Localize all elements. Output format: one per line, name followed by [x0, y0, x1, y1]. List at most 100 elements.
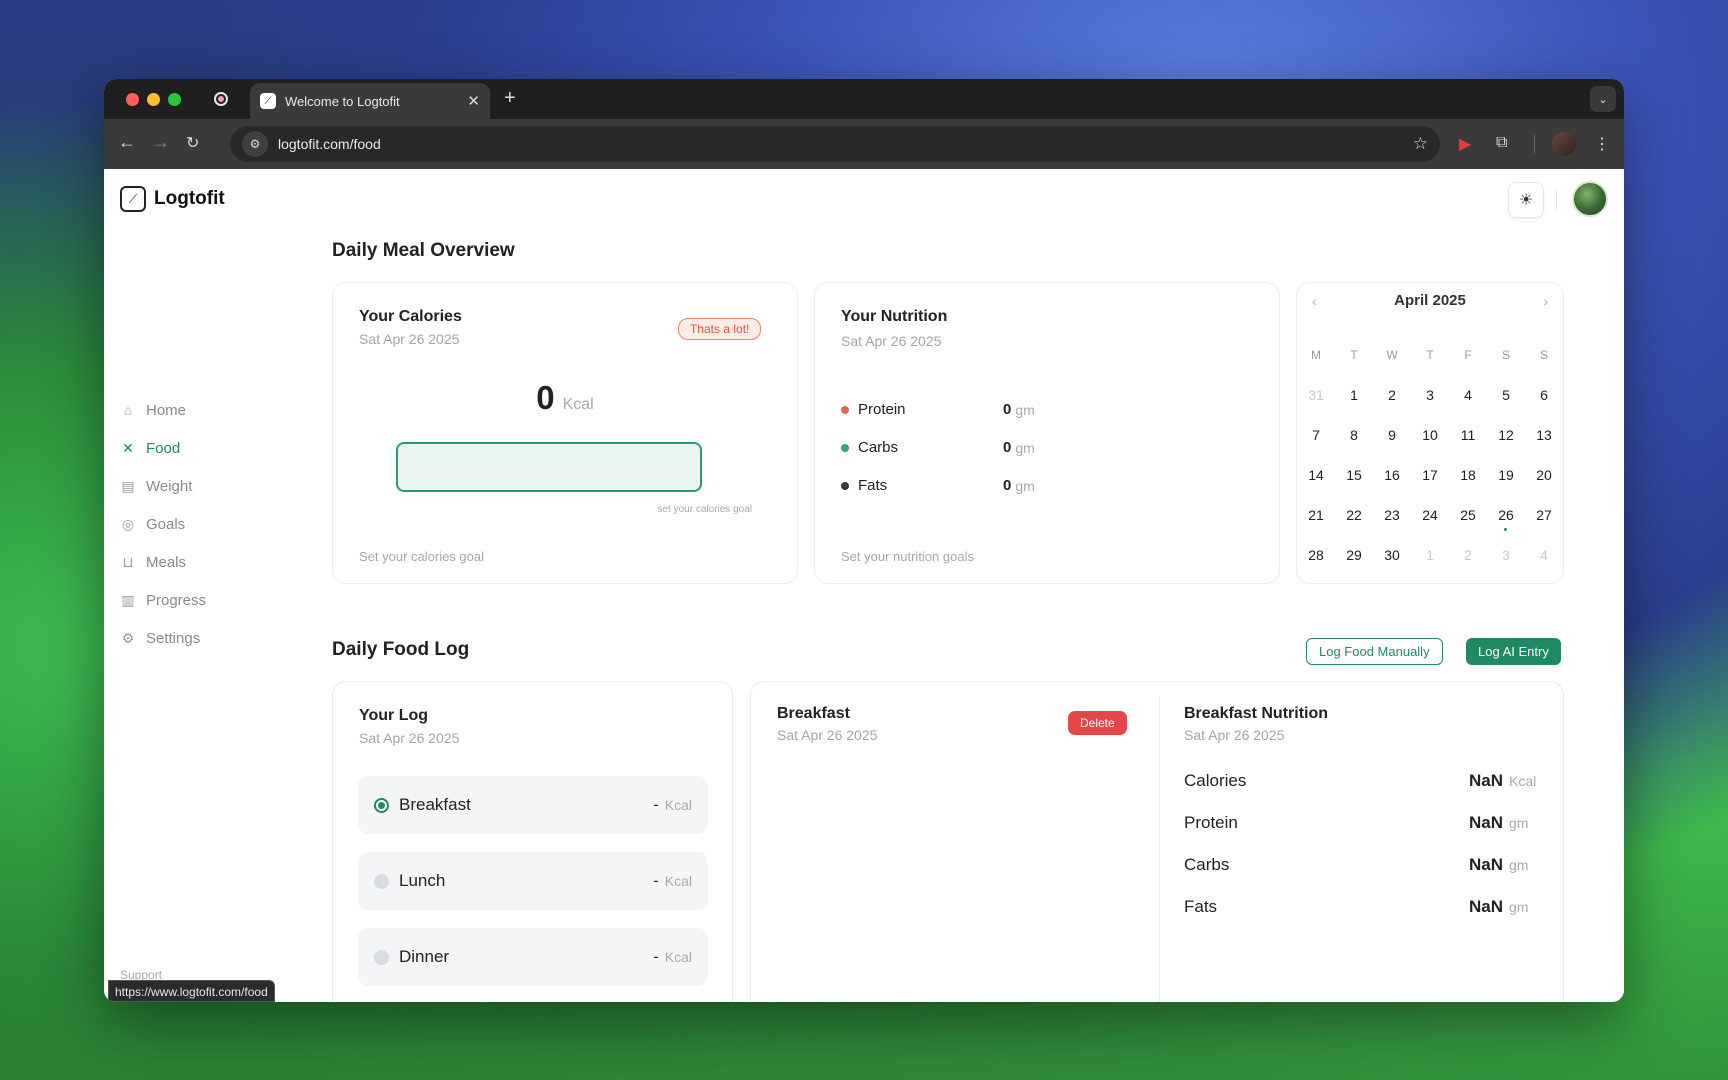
nutrition-row-fats: Fats 0 gm	[841, 477, 1061, 494]
calendar-day[interactable]: 14	[1297, 455, 1335, 495]
calendar-day[interactable]: 22	[1335, 495, 1373, 535]
calendar-day[interactable]: 19	[1487, 455, 1525, 495]
calendar-day[interactable]: 24	[1411, 495, 1449, 535]
calories-goal-link[interactable]: Set your calories goal	[359, 549, 484, 564]
calories-unit: Kcal	[562, 396, 594, 413]
calendar-day[interactable]: 3	[1487, 535, 1525, 575]
record-icon[interactable]	[214, 92, 228, 106]
browser-window: ⟋ Welcome to Logtofit ✕ + ⌄ ← → ↻ ⚙ logt…	[104, 79, 1624, 1002]
meal-nutrition-row-calories: Calories NaN Kcal	[1184, 771, 1539, 791]
meal-kcal: -	[653, 795, 659, 814]
reload-icon[interactable]: ↻	[186, 133, 199, 153]
nutrition-title: Your Nutrition	[841, 308, 948, 325]
calendar-day[interactable]: 9	[1373, 415, 1411, 455]
sidebar-item-settings[interactable]: ⚙ Settings	[120, 619, 300, 657]
minimize-window-button[interactable]	[147, 93, 160, 106]
forward-icon[interactable]: →	[152, 132, 170, 153]
profile-avatar[interactable]	[1552, 132, 1576, 156]
nutrition-card: Your Nutrition Sat Apr 26 2025 Protein 0…	[814, 282, 1280, 584]
sidebar-item-label: Weight	[146, 477, 193, 495]
maximize-window-button[interactable]	[168, 93, 181, 106]
nutrition-goal-link[interactable]: Set your nutrition goals	[841, 549, 974, 564]
meal-item-dinner[interactable]: Dinner - Kcal	[358, 928, 708, 986]
radio-icon	[374, 949, 389, 965]
calendar-weekday: S	[1539, 348, 1548, 362]
nutrient-unit: gm	[1509, 899, 1529, 915]
calendar-day[interactable]: 31	[1297, 375, 1335, 415]
nutrient-value: 0	[1003, 401, 1012, 418]
calendar-day[interactable]: 29	[1335, 535, 1373, 575]
calendar-day[interactable]: 12	[1487, 415, 1525, 455]
scale-icon: ▤	[121, 477, 135, 494]
browser-menu-icon[interactable]: ⋮	[1594, 134, 1610, 154]
calendar-day[interactable]: 1	[1335, 375, 1373, 415]
calendar-day[interactable]: 6	[1525, 375, 1563, 415]
calendar-day[interactable]: 2	[1449, 535, 1487, 575]
calendar-day[interactable]: 16	[1373, 455, 1411, 495]
protein-dot	[841, 405, 849, 414]
calendar-day[interactable]: 27	[1525, 495, 1563, 535]
extensions-puzzle-icon[interactable]: ⧉	[1496, 134, 1507, 152]
calendar-day[interactable]: 4	[1525, 535, 1563, 575]
sidebar-item-home[interactable]: ⌂ Home	[120, 391, 300, 429]
bookmark-star-icon[interactable]: ☆	[1413, 134, 1428, 154]
meal-item-breakfast[interactable]: Breakfast - Kcal	[358, 776, 708, 834]
nutrition-date: Sat Apr 26 2025	[841, 333, 942, 349]
calendar-day[interactable]: 11	[1449, 415, 1487, 455]
calendar-day[interactable]: 8	[1335, 415, 1373, 455]
calendar-day[interactable]: 7	[1297, 415, 1335, 455]
new-tab-icon[interactable]: +	[504, 87, 516, 110]
calendar-header: ‹ April 2025 ›	[1297, 292, 1563, 309]
nutrient-name: Protein	[1184, 813, 1238, 832]
nutrient-value: NaN	[1468, 897, 1503, 916]
nutrient-unit: gm	[1015, 439, 1035, 456]
calendar-day[interactable]: 13	[1525, 415, 1563, 455]
calendar-day[interactable]: 20	[1525, 455, 1563, 495]
sidebar-item-food[interactable]: ✕ Food	[120, 429, 300, 467]
app-logo[interactable]: ⟋ Logtofit	[120, 186, 225, 212]
theme-toggle-button[interactable]: ☀	[1508, 182, 1544, 218]
delete-meal-button[interactable]: Delete	[1068, 711, 1127, 735]
calendar-day[interactable]: 28	[1297, 535, 1335, 575]
calendar-day[interactable]: 23	[1373, 495, 1411, 535]
calendar-day[interactable]: 3	[1411, 375, 1449, 415]
nutrient-unit: gm	[1015, 401, 1035, 418]
calendar-day[interactable]: 2	[1373, 375, 1411, 415]
sidebar-item-progress[interactable]: ▥ Progress	[120, 581, 300, 619]
sidebar-item-goals[interactable]: ◎ Goals	[120, 505, 300, 543]
calendar-day[interactable]: 30	[1373, 535, 1411, 575]
bowl-icon: ⊔	[122, 553, 134, 570]
calendar-day-today[interactable]: 26	[1487, 495, 1525, 535]
overview-title: Daily Meal Overview	[332, 240, 515, 261]
meal-item-lunch[interactable]: Lunch - Kcal	[358, 852, 708, 910]
browser-tab[interactable]: ⟋ Welcome to Logtofit ✕	[250, 83, 490, 119]
address-bar[interactable]: ⚙ logtofit.com/food ☆	[230, 126, 1440, 162]
close-window-button[interactable]	[126, 93, 139, 106]
calendar-day[interactable]: 25	[1449, 495, 1487, 535]
home-icon: ⌂	[123, 402, 133, 418]
sidebar-item-meals[interactable]: ⊔ Meals	[120, 543, 300, 581]
nutrient-name: Carbs	[1184, 855, 1230, 874]
tab-search-icon[interactable]: ⌄	[1590, 86, 1616, 112]
calendar-day[interactable]: 1	[1411, 535, 1449, 575]
user-avatar[interactable]	[1572, 181, 1608, 217]
calendar-day[interactable]: 10	[1411, 415, 1449, 455]
back-icon[interactable]: ←	[118, 132, 136, 153]
calendar-day[interactable]: 21	[1297, 495, 1335, 535]
log-ai-entry-button[interactable]: Log AI Entry	[1466, 638, 1561, 665]
nutrition-row-carbs: Carbs 0 gm	[841, 439, 1061, 456]
site-settings-icon[interactable]: ⚙	[242, 131, 268, 157]
extension-cursor-icon[interactable]: ▶	[1459, 134, 1471, 154]
calendar-day[interactable]: 15	[1335, 455, 1373, 495]
calendar-day[interactable]: 17	[1411, 455, 1449, 495]
next-month-icon[interactable]: ›	[1543, 293, 1548, 309]
calories-goal-input[interactable]	[396, 442, 702, 492]
log-food-manually-button[interactable]: Log Food Manually	[1306, 638, 1443, 665]
calendar-day[interactable]: 5	[1487, 375, 1525, 415]
close-tab-icon[interactable]: ✕	[467, 92, 480, 110]
calendar-day[interactable]: 18	[1449, 455, 1487, 495]
sidebar-item-weight[interactable]: ▤ Weight	[120, 467, 300, 505]
calendar-day[interactable]: 4	[1449, 375, 1487, 415]
radio-selected-icon	[374, 797, 389, 813]
prev-month-icon[interactable]: ‹	[1312, 293, 1317, 309]
